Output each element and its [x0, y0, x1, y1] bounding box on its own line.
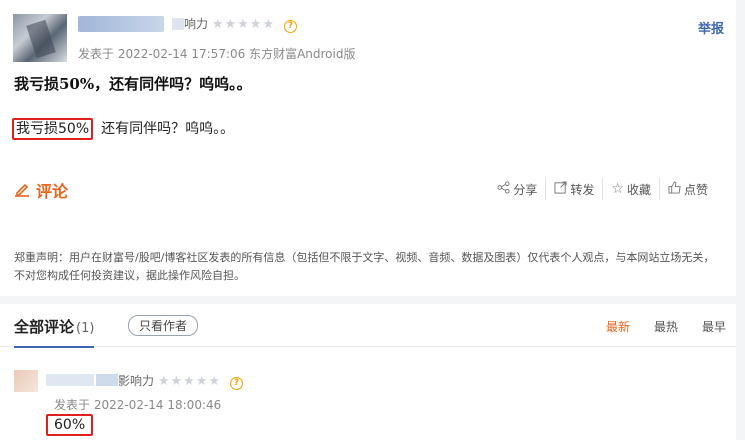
repost-button[interactable]: 转发 — [545, 178, 602, 200]
repost-label: 转发 — [570, 182, 595, 197]
post-title: 我亏损50%，还有同伴吗？呜呜。。 — [14, 75, 252, 93]
sort-options: 最新 最热 最早 — [606, 318, 726, 335]
help-icon[interactable]: ? — [283, 20, 297, 33]
repost-icon — [554, 180, 567, 198]
favorite-button[interactable]: ☆ 收藏 — [602, 178, 659, 200]
commenter-influence-label: 影响力 — [118, 374, 155, 388]
sort-hottest[interactable]: 最热 — [654, 318, 678, 335]
influence-label: 响力 — [184, 17, 209, 31]
tab-all-comments[interactable]: 全部评论 (1) — [14, 316, 95, 348]
commenter-badge-blurred — [96, 374, 118, 386]
like-button[interactable]: 点赞 — [658, 178, 716, 200]
share-button[interactable]: 分享 — [489, 178, 545, 200]
page: 响力 ★★★★★ ? 发表于 2022-02-14 17:57:06 东方财富A… — [0, 0, 745, 440]
author-avatar[interactable] — [13, 14, 67, 62]
rating-stars: ★★★★★ — [211, 17, 276, 32]
author-badge-blurred — [172, 18, 184, 30]
highlighted-text: 我亏损50% — [12, 118, 94, 140]
share-label: 分享 — [513, 182, 538, 197]
comments-card: 全部评论 (1) 只看作者 最新 最热 最早 影响力 ★★★★★ ? 发表于 20… — [0, 304, 736, 440]
author-name-blurred[interactable] — [78, 16, 164, 32]
post-meta: 发表于 2022-02-14 17:57:06 东方财富Android版 — [78, 47, 356, 61]
post-actions: 分享 转发 ☆ 收藏 点赞 — [489, 178, 716, 200]
share-icon — [497, 180, 510, 198]
thumb-up-icon — [668, 180, 681, 198]
comment-label: 评论 — [36, 182, 69, 201]
commenter-rating-stars: ★★★★★ — [157, 374, 222, 389]
comment-button[interactable]: 评论 — [14, 178, 68, 202]
all-comments-label: 全部评论 — [14, 318, 75, 336]
like-label: 点赞 — [683, 182, 708, 197]
body-rest: 还有同伴吗？呜呜。。 — [101, 121, 235, 137]
influence-rating: 响力 ★★★★★ ? — [184, 16, 297, 33]
commenter-name-blurred[interactable] — [46, 374, 94, 386]
favorite-label: 收藏 — [626, 182, 651, 197]
report-button[interactable]: 举报 — [698, 18, 724, 37]
comment-meta: 发表于 2022-02-14 18:00:46 — [54, 398, 222, 412]
commenter-avatar[interactable] — [14, 370, 38, 392]
post-body: 我亏损50% 还有同伴吗？呜呜。。 — [12, 118, 235, 140]
disclaimer: 郑重声明：用户在财富号/股吧/博客社区发表的所有信息（包括但不限于文字、视频、音… — [14, 251, 715, 282]
comment-text: 60% — [46, 414, 94, 436]
comments-tabs: 全部评论 (1) 只看作者 最新 最热 最早 — [0, 304, 736, 348]
sort-oldest[interactable]: 最早 — [702, 318, 726, 335]
comment-count: (1) — [76, 321, 95, 336]
author-only-button[interactable]: 只看作者 — [128, 315, 199, 336]
pen-icon — [14, 181, 30, 201]
star-icon: ☆ — [611, 181, 624, 197]
sort-newest[interactable]: 最新 — [606, 318, 630, 335]
commenter-influence: 影响力 ★★★★★ ? — [118, 372, 243, 390]
commenter-help-icon[interactable]: ? — [229, 377, 243, 390]
post-card: 响力 ★★★★★ ? 发表于 2022-02-14 17:57:06 东方财富A… — [0, 0, 736, 296]
